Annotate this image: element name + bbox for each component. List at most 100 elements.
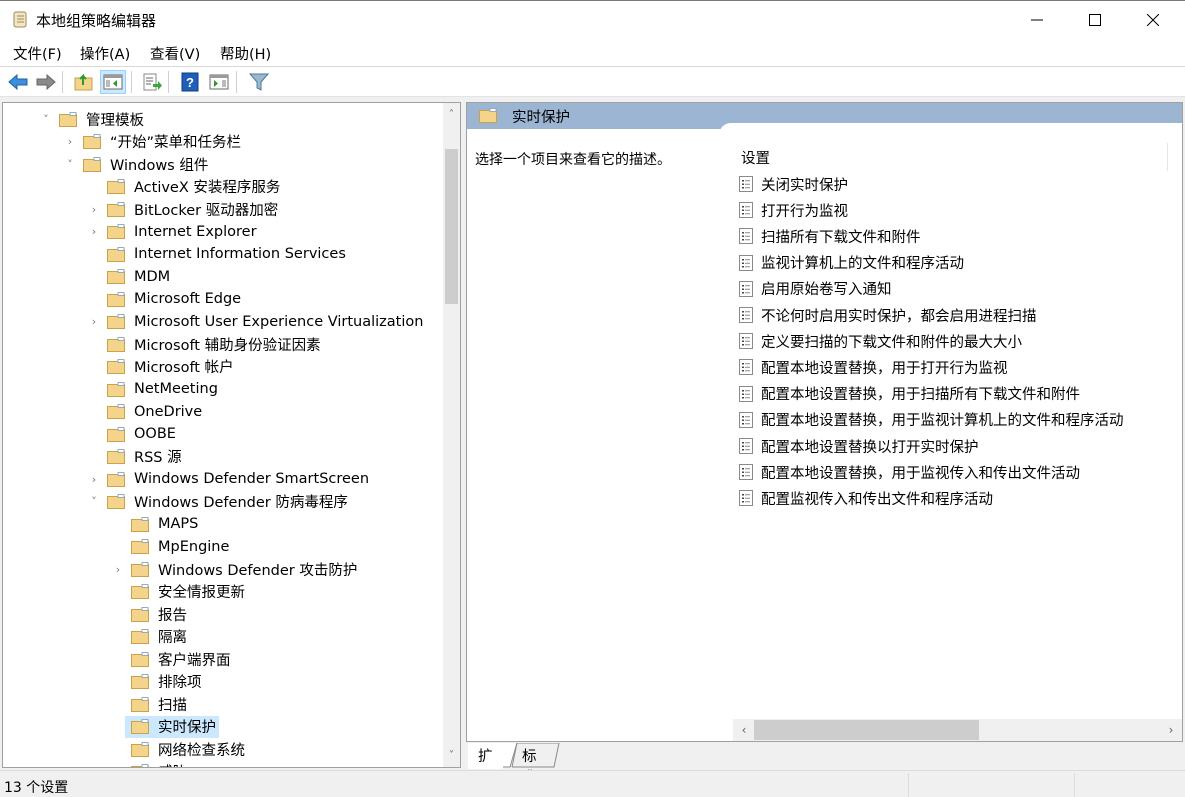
tree-item-content: 安全情报更新 [125,580,248,603]
close-button[interactable] [1124,1,1182,39]
folder-icon [107,246,125,262]
tree-item[interactable]: NetMeeting [87,378,221,400]
tree-item[interactable]: Microsoft 辅助身份验证因素 [87,333,324,355]
folder-icon [131,516,149,532]
scrollbar-thumb[interactable] [445,149,458,304]
tree-item[interactable]: 客户端界面 [111,648,234,670]
tree-item[interactable]: › Windows Defender 攻击防护 [111,558,360,580]
export-list-button[interactable] [139,70,165,94]
chevron-down-icon[interactable]: ˅ [39,113,53,126]
folder-icon [131,629,149,644]
help-button[interactable]: ? [177,70,203,94]
menu-action[interactable]: 操作(A) [80,43,130,64]
show-hide-action-pane-button[interactable] [206,70,232,94]
tree-item-content: “开始”菜单和任务栏 [77,130,244,153]
tree-item[interactable]: MDM [87,266,173,288]
minimize-button[interactable] [1008,1,1066,39]
scroll-down-icon[interactable]: ˅ [443,747,460,764]
tree-item-label: Windows Defender SmartScreen [134,471,370,487]
menu-bar: 文件(F) 操作(A) 查看(V) 帮助(H) [0,38,1185,67]
tree-item[interactable]: OneDrive [87,401,205,423]
details-pane: 实时保护 选择一个项目来查看它的描述。 设置 关闭实时保护 打开行为监视 扫描所有下… [466,102,1183,742]
tree-item[interactable]: 报告 [111,603,190,625]
menu-help[interactable]: 帮助(H) [220,43,271,64]
folder-icon [131,539,149,554]
menu-file[interactable]: 文件(F) [13,43,62,64]
folder-icon [107,201,125,217]
scroll-left-icon[interactable]: ‹ [735,721,753,739]
chevron-right-icon[interactable]: › [111,563,125,576]
tree-item[interactable]: › Microsoft User Experience Virtualizatio… [87,311,426,333]
tree-item[interactable]: ˅ Windows 组件 [63,153,211,175]
chevron-right-icon[interactable]: › [87,203,101,216]
menu-view[interactable]: 查看(V) [150,43,200,64]
tree-item[interactable]: › Internet Explorer [87,221,260,243]
setting-item[interactable]: 启用原始卷写入通知 [739,277,892,301]
chevron-down-icon[interactable]: ˅ [63,158,77,171]
tree-item[interactable]: 排除项 [111,671,205,693]
setting-item[interactable]: 配置本地设置替换，用于打开行为监视 [739,355,1008,379]
folder-icon [83,156,101,172]
scroll-up-icon[interactable]: ˄ [443,106,460,123]
chevron-right-icon[interactable]: › [63,135,77,148]
filter-button[interactable] [246,70,272,94]
up-one-level-button[interactable] [71,70,97,94]
tree-item[interactable]: Microsoft 帐户 [87,356,237,378]
policy-setting-icon [739,307,753,323]
setting-item[interactable]: 定义要扫描的下载文件和附件的最大大小 [739,329,1022,353]
chevron-right-icon[interactable]: › [87,315,101,328]
setting-item[interactable]: 配置本地设置替换，用于监视计算机上的文件和程序活动 [739,408,1124,432]
show-hide-console-tree-button[interactable] [100,70,126,94]
toolbar: ? [0,67,1185,97]
setting-item[interactable]: 配置本地设置替换以打开实时保护 [739,434,979,458]
forward-button[interactable] [33,70,59,94]
setting-item[interactable]: 配置监视传入和传出文件和程序活动 [739,486,993,510]
tree-item[interactable]: ˅ 管理模板 [39,108,147,130]
tree-item[interactable]: Microsoft Edge [87,288,244,310]
scrollbar-thumb[interactable] [754,720,979,740]
tree-item[interactable]: 实时保护 [111,715,219,738]
setting-item[interactable]: 扫描所有下载文件和附件 [739,224,921,248]
tree-item[interactable]: Internet Information Services [87,243,349,265]
tab-extended[interactable]: 扩展 [468,743,503,786]
column-header-setting[interactable]: 设置 [741,147,770,168]
tree-item[interactable]: ˅ Windows Defender 防病毒程序 [87,491,351,513]
setting-item[interactable]: 关闭实时保护 [739,172,848,196]
chevron-down-icon[interactable]: ˅ [87,495,101,508]
tree-item-label: 客户端界面 [158,652,231,669]
chevron-right-icon[interactable]: › [87,225,101,238]
folder-icon [131,561,149,577]
chevron-right-icon[interactable]: › [87,473,101,486]
tree-vertical-scrollbar[interactable]: ˄ ˅ [443,103,460,767]
tree-item[interactable]: RSS 源 [87,446,185,468]
folder-icon [107,291,125,307]
tree-item[interactable]: OOBE [87,423,179,445]
details-horizontal-scrollbar[interactable]: ‹ › [733,719,1182,741]
setting-item[interactable]: 配置本地设置替换，用于扫描所有下载文件和附件 [739,382,1080,406]
tree-item-content: 客户端界面 [125,648,234,671]
column-separator[interactable] [1167,143,1168,171]
tree-item[interactable]: 威胁 [111,761,190,767]
tree-item[interactable]: 网络检查系统 [111,738,248,760]
console-tree[interactable]: ˅ 管理模板 › “开始”菜单和任务栏 ˅ Windows 组件 ActiveX 安装程序服… [2,102,461,768]
scroll-right-icon[interactable]: › [1162,721,1180,739]
tree-item[interactable]: MAPS [111,513,201,535]
tree-item[interactable]: 扫描 [111,693,190,715]
tab-standard[interactable]: 标准 [512,743,547,786]
policy-setting-icon [739,333,753,350]
setting-item[interactable]: 不论何时启用实时保护，都会启用进程扫描 [739,303,1037,327]
maximize-button[interactable] [1066,1,1124,39]
tree-item[interactable]: MpEngine [111,536,232,558]
tree-item[interactable]: 安全情报更新 [111,581,248,603]
tree-item-label: Microsoft User Experience Virtualization [134,313,424,330]
setting-item[interactable]: 打开行为监视 [739,198,848,222]
setting-item[interactable]: 监视计算机上的文件和程序活动 [739,251,964,275]
tree-item[interactable]: › Windows Defender SmartScreen [87,468,372,490]
setting-item[interactable]: 配置本地设置替换，用于监视传入和传出文件活动 [739,460,1080,484]
back-button[interactable] [5,70,31,94]
tree-item[interactable]: 隔离 [111,626,190,648]
tree-item[interactable]: › “开始”菜单和任务栏 [63,131,244,153]
tree-item[interactable]: › BitLocker 驱动器加密 [87,198,281,220]
tree-item-label: 隔离 [158,630,187,646]
tree-item[interactable]: ActiveX 安装程序服务 [87,176,283,198]
